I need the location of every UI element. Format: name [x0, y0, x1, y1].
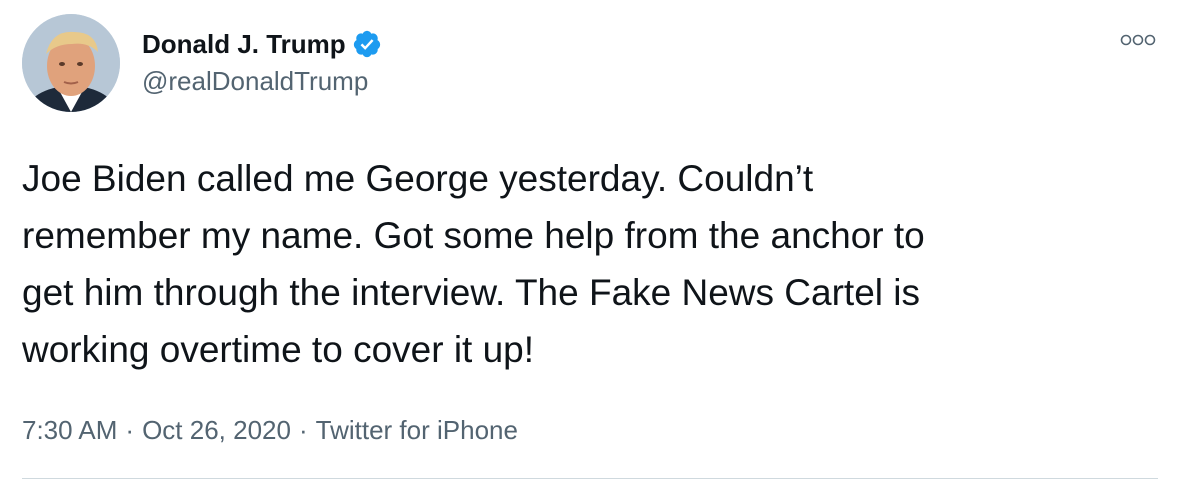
avatar[interactable] [22, 14, 120, 112]
tweet-metadata: 7:30 AM · Oct 26, 2020 · Twitter for iPhone [22, 415, 518, 446]
more-options-icon[interactable] [1118, 33, 1158, 47]
author-name-row: Donald J. Trump [142, 26, 382, 62]
tweet-text: Joe Biden called me George yesterday. Co… [22, 158, 925, 370]
tweet-card: Donald J. Trump @realDonaldTrump Joe Bid… [0, 0, 1184, 482]
tweet-date[interactable]: Oct 26, 2020 [142, 415, 291, 445]
author-display-name[interactable]: Donald J. Trump [142, 29, 346, 60]
tweet-source[interactable]: Twitter for iPhone [316, 415, 518, 445]
meta-separator: · [125, 415, 135, 445]
author-handle[interactable]: @realDonaldTrump [142, 66, 368, 97]
avatar-image [22, 14, 120, 112]
divider [22, 478, 1158, 479]
tweet-time[interactable]: 7:30 AM [22, 415, 117, 445]
meta-separator: · [298, 415, 308, 445]
verified-badge-icon [352, 29, 382, 59]
